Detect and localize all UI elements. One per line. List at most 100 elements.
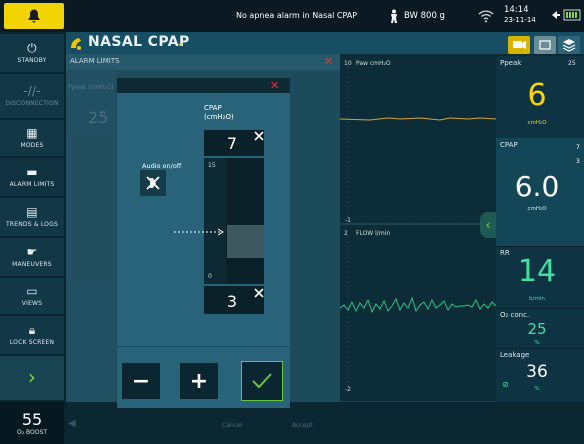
dialog-header [117, 78, 290, 93]
scale-min-label: 0 [208, 273, 212, 280]
wifi-icon [478, 10, 494, 23]
alarm-ppeak-value[interactable]: 25 [88, 108, 108, 127]
audio-toggle-label: Audio on/off [142, 162, 182, 170]
o2-boost-value: 55 [21, 409, 43, 429]
layers-button[interactable] [558, 36, 580, 54]
body-weight-text: BW 800 g [404, 11, 445, 21]
o2-boost-button[interactable]: 55 O₂ BOOST [0, 402, 64, 444]
parameter-panel: Ppeak 25 6 cmH₂O CPAP 7 3 6.0 cmH₂O RR 1… [496, 56, 584, 402]
ppeak-tile[interactable]: Ppeak 25 6 cmH₂O [496, 56, 584, 139]
leakage-label: Leakage [500, 351, 530, 359]
alarm-limits-close-icon[interactable]: ✕ [324, 55, 333, 68]
chevron-down-icon[interactable]: ⌄ [176, 36, 185, 49]
ppeak-limit: 25 [568, 60, 576, 67]
audio-toggle-button[interactable] [140, 170, 166, 196]
ppeak-label: Ppeak [500, 59, 522, 67]
cpap-unit: cmH₂O [527, 206, 547, 212]
mute-icon [254, 288, 264, 298]
views-icon: ▭ [26, 284, 38, 298]
o2-unit: % [534, 340, 540, 346]
clock-date: 23-11-14 [504, 16, 536, 24]
flow-scale-top: 2 [344, 230, 348, 237]
trends-logs-label: TRENDS & LOGS [6, 221, 58, 228]
mute-icon [254, 131, 264, 141]
maneuvers-icon: ☛ [26, 245, 38, 259]
chevron-right-icon: › [27, 364, 37, 389]
leakage-value: 36 [526, 362, 548, 382]
rr-tile[interactable]: RR 14 b/min [496, 246, 584, 309]
nasal-mask-icon [71, 38, 81, 50]
left-sidebar: ⏻ STANDBY -//- DISCONNECTION ▦ MODES ▬ A… [0, 32, 66, 444]
dialog-close-icon[interactable]: ✕ [270, 78, 279, 93]
lower-limit-value[interactable]: 3 [204, 286, 260, 314]
trends-logs-button[interactable]: ▤ TRENDS & LOGS [0, 198, 64, 237]
alarm-bell-button[interactable] [4, 3, 64, 29]
paw-label: Paw cmH₂O [356, 60, 391, 67]
cpap-value: 6.0 [514, 170, 560, 203]
trends-icon: ▤ [26, 205, 38, 219]
cpap-limit-label: CPAP (cmH₂O) [204, 104, 246, 122]
bottom-strip [66, 402, 584, 444]
rr-unit: b/min [529, 296, 545, 302]
increase-button[interactable]: + [180, 363, 218, 399]
disconnection-button[interactable]: -//- DISCONNECTION [0, 74, 64, 119]
o2-boost-label: O₂ BOOST [17, 428, 47, 436]
alarm-ppeak-label: Ppeak (cmH₂O) [68, 84, 114, 91]
cpap-limit-label-text: CPAP (cmH₂O) [204, 104, 234, 121]
ppeak-value: 6 [527, 78, 547, 113]
paw-scale-top: 10 [344, 60, 352, 67]
bell-icon [28, 9, 40, 23]
status-message: No apnea alarm in Nasal CPAP [236, 11, 358, 20]
confirm-button[interactable] [241, 361, 283, 401]
alarm-ppeak-slider [68, 134, 112, 282]
power-icon: ⏻ [27, 41, 37, 55]
camera-icon [513, 41, 526, 49]
lock-screen-label: LOCK SCREEN [9, 339, 55, 346]
display-mode-button[interactable] [534, 36, 556, 54]
upper-limit-value[interactable]: 7 [204, 130, 260, 156]
audio-off-icon [146, 176, 160, 190]
cpap-tile[interactable]: CPAP 7 3 6.0 cmH₂O [496, 138, 584, 247]
cpap-limit-high: 7 [576, 144, 580, 151]
ppeak-unit: cmH₂O [527, 120, 547, 126]
o2-tile[interactable]: O₂ conc. 25 % [496, 308, 584, 349]
o2-value: 25 [527, 320, 547, 338]
views-button[interactable]: ▭ VIEWS [0, 278, 64, 315]
scale-max-label: 15 [208, 162, 216, 169]
lock-screen-button[interactable]: 🔒︎ LOCK SCREEN [0, 316, 64, 355]
lock-icon: 🔒︎ [28, 323, 36, 337]
maneuvers-button[interactable]: ☛ MANEUVERS [0, 238, 64, 277]
leakage-unit: % [534, 386, 540, 392]
cpap-limit-low: 3 [576, 158, 580, 165]
o2-label: O₂ conc. [500, 311, 530, 319]
mode-title[interactable]: NASAL CPAP [88, 34, 190, 50]
alarm-limits-button[interactable]: ▬ ALARM LIMITS [0, 158, 64, 197]
dialog-divider [117, 346, 290, 347]
accept-button[interactable]: Accept [292, 422, 312, 429]
clock-time: 14:14 [504, 5, 529, 15]
chevron-left-icon: ‹ [485, 218, 491, 232]
cancel-button[interactable]: Cancel [222, 422, 242, 429]
next-page-button[interactable]: › [0, 356, 64, 401]
maneuvers-label: MANEUVERS [12, 261, 52, 268]
screen-icon [539, 40, 551, 50]
camera-button[interactable] [508, 36, 530, 54]
flow-label: FLOW l/min [356, 230, 391, 237]
collapse-waveform-button[interactable]: ‹ [480, 212, 496, 238]
layers-icon [562, 39, 576, 52]
speaker-icon[interactable]: ◀ [68, 418, 76, 429]
standby-label: STANDBY [17, 57, 47, 64]
disconnection-icon: -//- [23, 84, 41, 98]
standby-button[interactable]: ⏻ STANDBY [0, 34, 64, 73]
modes-label: MODES [20, 142, 44, 149]
decrease-button[interactable]: − [122, 363, 160, 399]
paw-scale-bottom: -1 [345, 217, 351, 224]
limit-slider-range[interactable] [227, 225, 264, 258]
disconnection-label: DISCONNECTION [5, 100, 59, 107]
checkmark-icon [252, 373, 272, 389]
alarm-limits-icon: ▬ [26, 165, 38, 179]
modes-button[interactable]: ▦ MODES [0, 120, 64, 157]
cpap-label: CPAP [500, 141, 518, 149]
leakage-tile[interactable]: Leakage ⊘ 36 % [496, 348, 584, 402]
grid-icon: ▦ [26, 126, 38, 140]
